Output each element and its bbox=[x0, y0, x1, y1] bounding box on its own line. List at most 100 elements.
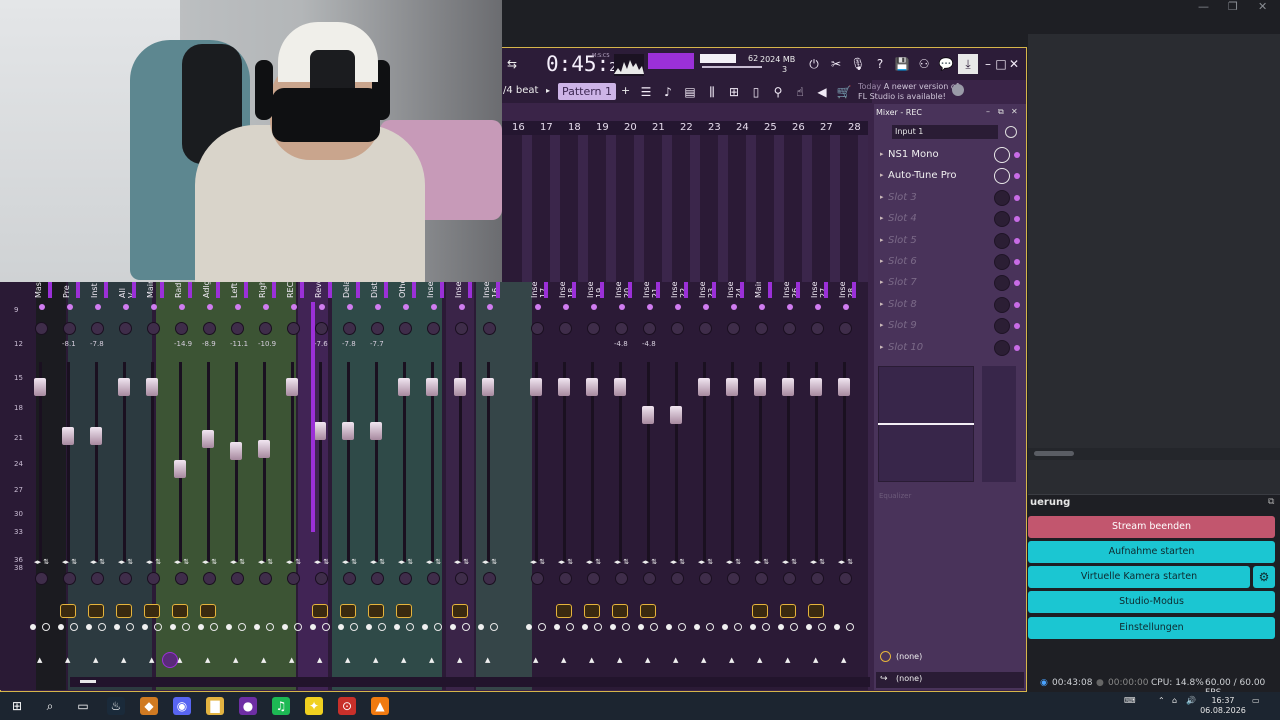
stereo-knob[interactable] bbox=[147, 572, 160, 585]
slot-enable-dot[interactable] bbox=[1014, 152, 1020, 158]
slot-enable-dot[interactable] bbox=[1014, 194, 1020, 201]
record-ring[interactable] bbox=[322, 623, 330, 631]
mix-knob[interactable] bbox=[994, 254, 1010, 270]
panel-minimize-icon[interactable]: – bbox=[986, 107, 990, 116]
effect-slot[interactable]: ▸ Slot 3 bbox=[876, 188, 1024, 208]
lock-icon[interactable] bbox=[144, 604, 160, 618]
stereo-arrows-icon[interactable]: ◂▸ ⇅ bbox=[314, 558, 329, 566]
stereo-arrows-icon[interactable]: ◂▸ ⇅ bbox=[370, 558, 385, 566]
strip-label[interactable]: Adlg bbox=[202, 282, 216, 298]
mix-knob[interactable] bbox=[994, 275, 1010, 292]
lock-icon[interactable] bbox=[752, 604, 768, 618]
strip-label[interactable]: Inst bbox=[90, 282, 104, 298]
route-dot[interactable] bbox=[787, 304, 793, 310]
pan-knob[interactable] bbox=[531, 322, 544, 335]
record-ring[interactable] bbox=[650, 623, 658, 631]
record-ring[interactable] bbox=[126, 623, 134, 631]
microphone-icon[interactable]: 🎙 bbox=[848, 54, 868, 74]
send-arrow-icon[interactable]: ▲ bbox=[533, 656, 538, 664]
pan-knob[interactable] bbox=[119, 322, 132, 335]
pattern-selector[interactable]: Pattern 1 bbox=[558, 83, 616, 100]
mute-dot[interactable] bbox=[834, 624, 840, 630]
stereo-knob[interactable] bbox=[427, 572, 440, 585]
mute-dot[interactable] bbox=[554, 624, 560, 630]
volume-fader[interactable] bbox=[258, 440, 270, 458]
mix-knob[interactable] bbox=[994, 339, 1010, 356]
send-knob[interactable] bbox=[162, 652, 178, 668]
stereo-arrows-icon[interactable]: ◂▸ ⇅ bbox=[230, 558, 245, 566]
route-dot[interactable] bbox=[207, 304, 213, 310]
stereo-arrows-icon[interactable]: ◂▸ ⇅ bbox=[426, 558, 441, 566]
mute-dot[interactable] bbox=[526, 624, 532, 630]
mute-dot[interactable] bbox=[30, 624, 36, 630]
strip-label[interactable]: Righ bbox=[258, 282, 272, 298]
record-ring[interactable] bbox=[622, 623, 630, 631]
stereo-knob[interactable] bbox=[587, 572, 600, 585]
mute-dot[interactable] bbox=[694, 624, 700, 630]
speaker-icon[interactable]: ◀ bbox=[812, 82, 832, 102]
volume-fader[interactable] bbox=[782, 378, 794, 396]
steam-icon[interactable]: ♨ bbox=[107, 697, 125, 715]
send-arrow-icon[interactable]: ▲ bbox=[205, 656, 210, 664]
lock-icon[interactable] bbox=[584, 604, 600, 618]
mute-dot[interactable] bbox=[282, 624, 288, 630]
effect-slot[interactable]: ▸ Auto-Tune Pro bbox=[876, 166, 1024, 186]
volume-faders[interactable] bbox=[982, 366, 1016, 482]
route-dot[interactable] bbox=[431, 304, 437, 310]
record-ring[interactable] bbox=[350, 623, 358, 631]
stereo-arrows-icon[interactable]: ◂▸ ⇅ bbox=[670, 558, 685, 566]
strip-label[interactable]: Insert 22 bbox=[670, 282, 684, 298]
stereo-knob[interactable] bbox=[343, 572, 356, 585]
record-ring[interactable] bbox=[406, 623, 414, 631]
playlist-icon[interactable]: ☰ bbox=[636, 82, 656, 102]
effect-slot[interactable]: ▸ NS1 Mono bbox=[876, 145, 1024, 165]
mute-dot[interactable] bbox=[142, 624, 148, 630]
mix-knob[interactable] bbox=[994, 296, 1010, 313]
slot-enable-dot[interactable] bbox=[1014, 323, 1020, 330]
mute-dot[interactable] bbox=[610, 624, 616, 630]
pan-knob[interactable] bbox=[147, 322, 160, 335]
route-dot[interactable] bbox=[375, 304, 381, 310]
fl-studio-icon[interactable]: ◆ bbox=[140, 697, 158, 715]
play-icon[interactable]: ▸ bbox=[546, 86, 550, 95]
route-dot[interactable] bbox=[347, 304, 353, 310]
mix-knob[interactable] bbox=[994, 189, 1010, 206]
fl-maximize-icon[interactable]: □ bbox=[995, 54, 1007, 74]
panel-detach-icon[interactable]: ⧉ bbox=[998, 107, 1004, 117]
volume-fader[interactable] bbox=[118, 378, 130, 396]
channel-rack-icon[interactable]: ▤ bbox=[680, 82, 700, 102]
yellow-app-icon[interactable]: ✦ bbox=[305, 697, 323, 715]
send-arrow-icon[interactable]: ▲ bbox=[841, 656, 846, 664]
volume-fader[interactable] bbox=[286, 378, 298, 396]
record-ring[interactable] bbox=[678, 623, 686, 631]
strip-label[interactable]: Insert 28 bbox=[838, 282, 852, 298]
clock-icon[interactable] bbox=[1005, 126, 1017, 138]
stereo-knob[interactable] bbox=[699, 572, 712, 585]
mute-dot[interactable] bbox=[778, 624, 784, 630]
cart-icon[interactable]: 🛒 bbox=[834, 82, 854, 102]
volume-fader[interactable] bbox=[314, 422, 326, 440]
stereo-arrows-icon[interactable]: ◂▸ ⇅ bbox=[782, 558, 797, 566]
strip-label[interactable]: Insert 17 bbox=[530, 282, 544, 298]
mute-dot[interactable] bbox=[254, 624, 260, 630]
start-recording-button[interactable]: Aufnahme starten bbox=[1028, 541, 1275, 563]
pan-knob[interactable] bbox=[91, 322, 104, 335]
pan-knob[interactable] bbox=[203, 322, 216, 335]
volume-fader[interactable] bbox=[202, 430, 214, 448]
stereo-arrows-icon[interactable]: ◂▸ ⇅ bbox=[146, 558, 161, 566]
strip-label[interactable]: Inse bbox=[426, 282, 440, 298]
mute-dot[interactable] bbox=[422, 624, 428, 630]
stereo-arrows-icon[interactable]: ◂▸ ⇅ bbox=[34, 558, 49, 566]
mute-dot[interactable] bbox=[226, 624, 232, 630]
stereo-knob[interactable] bbox=[35, 572, 48, 585]
pan-knob[interactable] bbox=[455, 322, 468, 335]
mute-dot[interactable] bbox=[750, 624, 756, 630]
effect-slot[interactable]: ▸ Slot 4 bbox=[876, 209, 1024, 229]
strip-label[interactable]: Insert 27 bbox=[810, 282, 824, 298]
volume-fader[interactable] bbox=[754, 378, 766, 396]
volume-fader[interactable] bbox=[558, 378, 570, 396]
route-dot[interactable] bbox=[731, 304, 737, 310]
volume-fader[interactable] bbox=[426, 378, 438, 396]
vlc-icon[interactable]: ▲ bbox=[371, 697, 389, 715]
slot-enable-dot[interactable] bbox=[1014, 237, 1020, 244]
